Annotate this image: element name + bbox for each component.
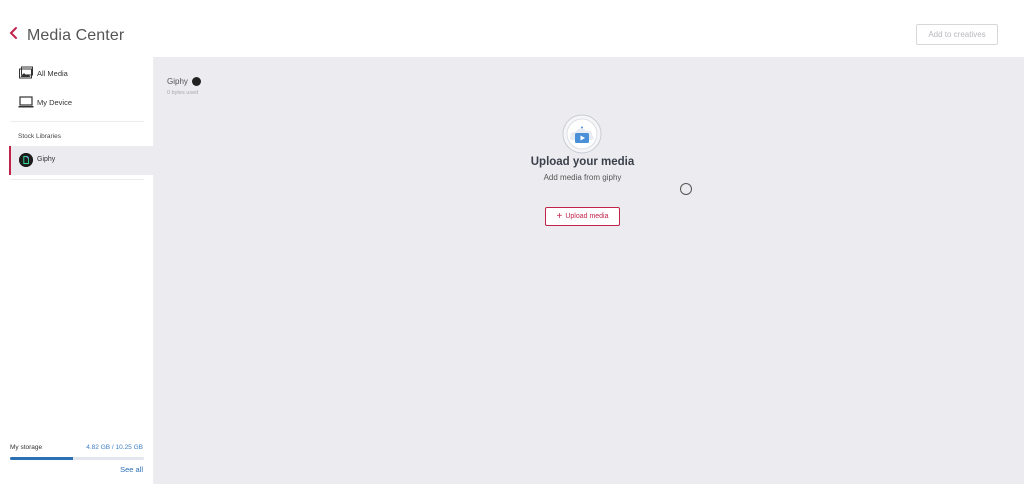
giphy-logo-icon: [191, 77, 201, 86]
plus-icon: +: [556, 210, 563, 222]
divider: [10, 179, 144, 180]
sidebar-item-giphy[interactable]: Giphy: [9, 146, 154, 175]
section-label-stock-libraries: Stock Libraries: [18, 133, 61, 140]
sidebar-item-label: All Media: [37, 68, 68, 78]
chevron-left-icon[interactable]: [8, 26, 20, 40]
upload-media-label: Upload media: [565, 213, 609, 220]
see-all-link[interactable]: See all: [120, 465, 143, 474]
empty-state-subtitle: Add media from giphy: [543, 173, 622, 182]
library-heading: Giphy: [167, 77, 201, 86]
storage-value: 4.82 GB / 10.25 GB: [86, 444, 143, 451]
main-content: Giphy 0 bytes used Upload your media Add…: [154, 57, 1024, 484]
active-indicator: [9, 146, 11, 175]
sidebar: All Media My Device Stock Libraries Giph…: [0, 57, 154, 484]
sidebar-item-all-media[interactable]: All Media: [0, 61, 154, 85]
mouse-cursor-indicator: [680, 183, 692, 195]
laptop-icon: [18, 96, 34, 108]
images-icon: [19, 66, 33, 79]
add-to-creatives-button[interactable]: Add to creatives: [916, 24, 998, 45]
empty-state-title: Upload your media: [530, 156, 635, 168]
sidebar-item-label: Giphy: [37, 156, 56, 163]
upload-cloud-icon: [562, 114, 602, 154]
storage-progress-bar: [10, 457, 144, 460]
storage-progress-fill: [10, 457, 73, 460]
divider: [10, 121, 144, 122]
library-name: Giphy: [167, 77, 188, 86]
storage-label: My storage: [10, 444, 43, 451]
upload-media-button[interactable]: + Upload media: [545, 207, 620, 226]
sidebar-item-label: My Device: [37, 97, 73, 107]
library-usage: 0 bytes used: [167, 90, 199, 96]
page-title: Media Center: [27, 27, 125, 44]
sidebar-item-my-device[interactable]: My Device: [0, 90, 154, 114]
giphy-logo-icon: [19, 153, 33, 167]
header: Media Center Add to creatives: [0, 0, 1024, 57]
